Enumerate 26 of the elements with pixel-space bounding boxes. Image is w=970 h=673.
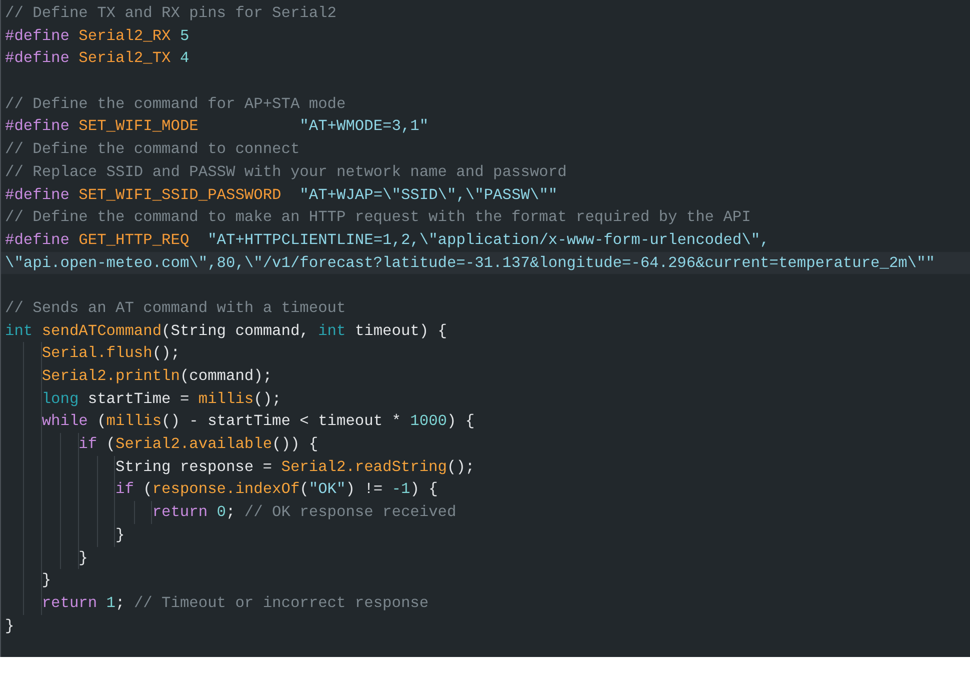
code-line: #define SET_WIFI_MODE "AT+WMODE=3,1" <box>5 116 429 138</box>
code-line: // Define TX and RX pins for Serial2 <box>5 3 336 24</box>
code-line: long startTime = millis(); <box>42 388 282 410</box>
code-line: \"api.open-meteo.com\",80,\"/v1/forecast?latitude=-31.137&longitude=-64.296&current=temperature_2m\"" <box>5 252 935 274</box>
code-line: if (response.indexOf("OK") != -1) { <box>115 479 438 500</box>
code-line: // Sends an AT command with a timeout <box>5 298 346 319</box>
code-line: } <box>42 570 52 592</box>
code-line: #define Serial2_TX 4 <box>5 48 190 70</box>
code-line: while (millis() - startTime < timeout * 1000) { <box>42 411 475 432</box>
code-line: #define SET_WIFI_SSID_PASSWORD "AT+WJAP=\"SSID\",\"PASSW\"" <box>5 184 558 206</box>
code-line: #define Serial2_RX 5 <box>5 26 190 47</box>
code-line: if (Serial2.available()) { <box>78 434 318 456</box>
code-line: // Define the command for AP+STA mode <box>5 94 346 115</box>
code-line: int sendATCommand(String command, int timeout) { <box>5 320 448 342</box>
code-line: // Define the command to connect <box>5 139 300 160</box>
code-line: String response = Serial2.readString(); <box>115 456 475 478</box>
code-line: Serial.flush(); <box>42 343 180 364</box>
code-line: } <box>5 616 14 637</box>
code-line: #define GET_HTTP_REQ "AT+HTTPCLIENTLINE=1,2,\"application/x-www-form-urlencoded\", <box>5 230 770 251</box>
code-line: return 1; // Timeout or incorrect response <box>42 592 429 614</box>
code-line: // Define the command to make an HTTP request with the format required by the API <box>5 207 751 228</box>
code-line: } <box>115 524 125 546</box>
code-line: return 0; // OK response received <box>152 502 456 524</box>
code-line: Serial2.println(command); <box>42 366 272 387</box>
code-line: // Replace SSID and PASSW with your network name and password <box>5 162 567 183</box>
code-line: } <box>78 548 88 568</box>
